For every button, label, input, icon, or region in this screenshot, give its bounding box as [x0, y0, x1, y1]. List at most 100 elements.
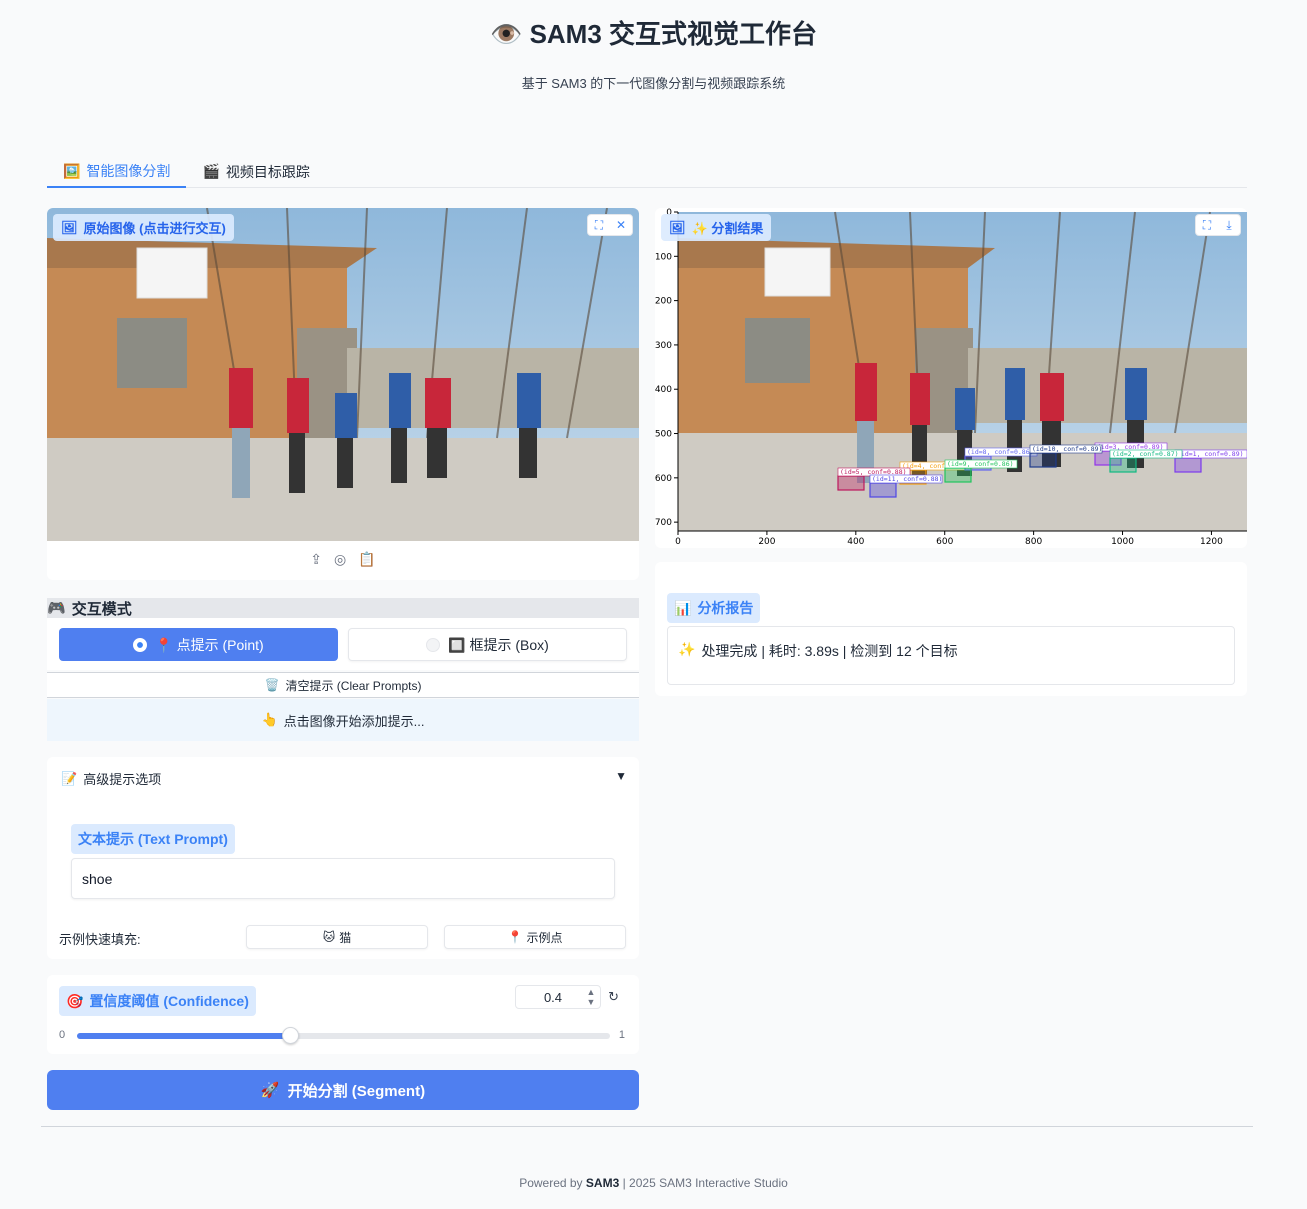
detection-label: (id=2, conf=0.87)	[1112, 450, 1179, 458]
y-tick-label: 700	[655, 518, 672, 528]
input-photo[interactable]	[47, 208, 639, 541]
report-text-box: ✨ 处理完成 | 耗时: 3.89s | 检测到 12 个目标	[667, 626, 1235, 685]
x-tick-label: 1000	[1111, 537, 1134, 547]
text-prompt-label: 文本提示 (Text Prompt)	[71, 824, 235, 854]
detection-mask	[1029, 452, 1057, 468]
tab-video-tracking[interactable]: 🎬 视频目标跟踪	[186, 156, 325, 187]
fullscreen-icon[interactable]: ⛶	[588, 215, 610, 235]
advanced-options-accordion: 📝 高级提示选项 ▼ 文本提示 (Text Prompt) 示例快速填充: 🐱 …	[47, 757, 639, 959]
gamepad-icon: 🎮	[47, 600, 66, 617]
confidence-panel: 🎯 置信度阈值 (Confidence) 0.4 ▲ ▼ ↻ 0 1	[47, 975, 639, 1054]
slider-max-label: 1	[618, 1029, 625, 1041]
cat-icon: 🐱	[322, 930, 336, 944]
radio-selected-icon	[133, 637, 148, 652]
point-mode-button[interactable]: 📍 点提示 (Point)	[59, 628, 338, 661]
detection-mask	[944, 467, 972, 483]
confidence-number-input[interactable]: 0.4 ▲ ▼	[515, 985, 601, 1009]
y-tick-label: 200	[655, 297, 672, 307]
caret-down-icon[interactable]: ▼	[615, 769, 627, 783]
reset-icon[interactable]: ↻	[608, 989, 619, 1005]
pin-icon: 📍	[507, 930, 523, 944]
slider-min-label: 0	[59, 1029, 66, 1041]
y-tick-label: 100	[655, 252, 672, 262]
memo-icon: 📝	[61, 770, 78, 786]
detection-label: (id=9, conf=0.86)	[947, 460, 1014, 468]
clipboard-icon[interactable]: 📋	[358, 551, 375, 568]
image-icon: 🖼	[669, 219, 686, 235]
page-title: 👁️ SAM3 交互式视觉工作台	[489, 19, 818, 49]
text-prompt-input[interactable]	[71, 858, 615, 899]
x-axis-ticks: 0 200 400 600 800 1000 1200	[675, 531, 1223, 547]
x-tick-label: 1200	[1200, 537, 1223, 547]
target-icon: 🎯	[66, 992, 84, 1009]
upload-icon[interactable]: ⇪	[310, 551, 322, 568]
clear-prompts-button[interactable]: 🗑️ 清空提示 (Clear Prompts)	[47, 672, 639, 698]
download-icon[interactable]: ⤓	[1218, 215, 1240, 235]
rocket-icon: 🚀	[260, 1082, 280, 1099]
example-point-button[interactable]: 📍 示例点	[444, 925, 626, 949]
detection-mask	[1174, 457, 1202, 473]
input-image-label: 🖼 原始图像 (点击进行交互)	[53, 214, 234, 241]
slider-fill	[77, 1033, 291, 1039]
y-tick-label: 300	[655, 341, 672, 351]
x-tick-label: 600	[936, 537, 953, 547]
interaction-mode-group: 📍 点提示 (Point) 🔲 框提示 (Box)	[47, 618, 639, 670]
x-tick-label: 0	[675, 537, 681, 547]
sparkles-icon: ✨	[678, 641, 696, 657]
x-tick-label: 800	[1025, 537, 1042, 547]
result-panel: (id=1, conf=0.89) (id=3, conf=0.89) (id=4,…	[655, 208, 1248, 548]
example-cat-button[interactable]: 🐱 猫	[246, 925, 428, 949]
image-icon: 🖼	[61, 219, 78, 235]
tab-image-segmentation[interactable]: 🖼️ 智能图像分割	[47, 156, 187, 188]
image-source-toolbar: ⇪ ◎ 📋	[47, 541, 639, 568]
detection-label: (id=11, conf=0.88)	[872, 475, 942, 483]
input-image-canvas[interactable]: 🖼 原始图像 (点击进行交互) ⛶ ✕	[47, 208, 639, 541]
analysis-report-panel: 📊 分析报告 ✨ 处理完成 | 耗时: 3.89s | 检测到 12 个目标	[655, 562, 1247, 696]
radio-unselected-icon	[426, 637, 441, 652]
detection-label: (id=10, conf=0.89)	[1032, 445, 1102, 453]
bar-chart-icon: 📊	[674, 599, 692, 616]
input-image-actions: ⛶ ✕	[587, 214, 633, 236]
interaction-mode-header: 🎮 交互模式	[47, 598, 639, 618]
confidence-slider[interactable]	[77, 1027, 610, 1044]
clapperboard-icon: 🎬	[202, 163, 220, 179]
fullscreen-icon[interactable]: ⛶	[1196, 215, 1218, 235]
slider-thumb[interactable]	[282, 1027, 300, 1044]
tab-label: 视频目标跟踪	[225, 163, 310, 180]
result-image-label: 🖼 ✨ 分割结果	[661, 214, 772, 241]
page-subtitle: 基于 SAM3 的下一代图像分割与视频跟踪系统	[521, 76, 786, 91]
close-icon[interactable]: ✕	[610, 215, 632, 235]
stepper-icon[interactable]: ▲ ▼	[582, 987, 600, 1007]
y-tick-label: 400	[655, 385, 672, 395]
report-text: 处理完成 | 耗时: 3.89s | 检测到 12 个目标	[701, 643, 958, 659]
x-tick-label: 200	[758, 537, 775, 547]
box-mode-button[interactable]: 🔲 框提示 (Box)	[348, 628, 627, 661]
result-image-actions: ⛶ ⤓	[1195, 214, 1241, 236]
page-header: 👁️ SAM3 交互式视觉工作台 基于 SAM3 的下一代图像分割与视频跟踪系统	[0, 0, 1307, 92]
segment-button[interactable]: 🚀 开始分割 (Segment)	[47, 1070, 639, 1110]
pointing-hand-icon: 👆	[261, 712, 278, 727]
prompt-hint: 👆 点击图像开始添加提示...	[47, 699, 639, 741]
footer-divider	[41, 1126, 1253, 1127]
examples-label: 示例快速填充:	[59, 932, 141, 947]
result-photo	[678, 211, 1247, 531]
tab-label: 智能图像分割	[86, 163, 171, 179]
advanced-options-header[interactable]: 📝 高级提示选项	[61, 769, 161, 788]
report-title: 📊 分析报告	[667, 593, 761, 623]
trash-icon: 🗑️	[264, 678, 280, 692]
webcam-icon[interactable]: ◎	[334, 551, 346, 568]
detection-mask	[837, 475, 865, 491]
detection-label: (id=1, conf=0.89)	[1177, 450, 1244, 458]
main-tabs: 🖼️ 智能图像分割 🎬 视频目标跟踪	[47, 156, 1247, 188]
y-tick-label: 600	[655, 474, 672, 484]
result-plot: (id=1, conf=0.89)(id=3, conf=0.89)(id=4,…	[655, 208, 1248, 547]
x-tick-label: 400	[847, 537, 864, 547]
confidence-label: 🎯 置信度阈值 (Confidence)	[59, 986, 256, 1016]
footer-brand: SAM3	[585, 1176, 620, 1190]
footer: Powered by SAM3 | 2025 SAM3 Interactive …	[519, 1176, 788, 1190]
y-tick-label: 500	[655, 430, 672, 440]
input-image-panel: 🖼 原始图像 (点击进行交互) ⛶ ✕ ⇪ ◎ 📋	[47, 208, 639, 580]
picture-icon: 🖼️	[63, 162, 81, 179]
detection-mask	[1109, 457, 1137, 473]
y-axis-ticks: 0100200300400500600700	[655, 208, 678, 528]
